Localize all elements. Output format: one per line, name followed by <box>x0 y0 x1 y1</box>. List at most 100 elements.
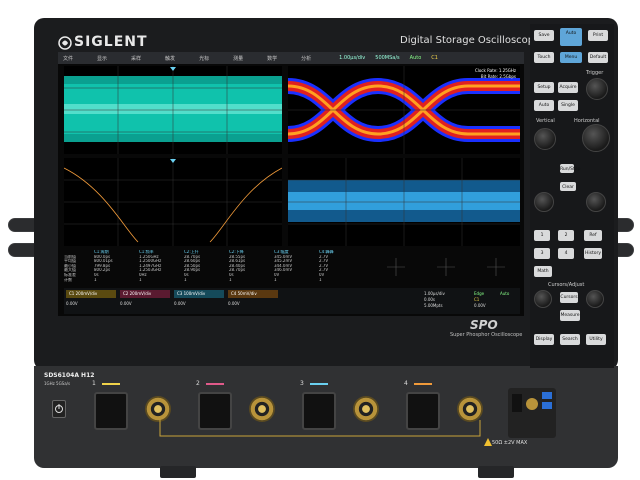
ref-button[interactable]: Ref <box>584 230 602 241</box>
control-panel: Save Auto Print Touch Menu Default Trigg… <box>530 24 614 368</box>
grid-c3-waveform[interactable] <box>288 158 520 246</box>
product-title: Digital Storage Oscilloscope <box>400 35 541 46</box>
meas-cell: 1 <box>184 277 187 282</box>
clear-button[interactable]: Clear <box>560 182 576 191</box>
ground-terminal[interactable] <box>512 394 522 412</box>
spo-tagline: Super Phosphor Oscilloscope <box>450 332 523 338</box>
eye-bit-rate: Bit Rate: 2.5Gbps <box>480 74 516 79</box>
max-input-label: 50Ω ±2V MAX <box>492 440 528 446</box>
front-ch2-label: 2 <box>196 380 200 387</box>
timebase-delay: 0.00s <box>424 297 435 302</box>
status-trigmode[interactable]: Auto <box>405 52 427 64</box>
grid-fft[interactable] <box>64 158 282 246</box>
menu-acquire[interactable]: 采样 <box>126 52 146 64</box>
grid-c1-waveform[interactable] <box>64 66 282 154</box>
ch3-bnc-input[interactable] <box>353 396 379 422</box>
touch-button[interactable]: Touch <box>534 52 554 63</box>
timebase-div[interactable]: 1.00μs/div <box>424 291 445 296</box>
oscilloscope: SIGLENT Digital Storage Oscilloscope 文件 … <box>0 0 640 480</box>
auto-setup-button[interactable]: Auto <box>560 28 582 46</box>
ch2-button[interactable]: 2 <box>558 230 574 241</box>
trigger-mode: Auto <box>500 291 510 296</box>
meas-cell: 1 <box>319 277 322 282</box>
search-button[interactable]: Search <box>560 334 580 345</box>
vertical-scale-knob[interactable] <box>534 128 556 150</box>
single-button[interactable]: Single <box>558 100 578 111</box>
menu-math[interactable]: 数学 <box>262 52 282 64</box>
print-button[interactable]: Print <box>588 30 608 41</box>
trigger-level-knob[interactable] <box>586 78 608 100</box>
menu-measure[interactable]: 测量 <box>228 52 248 64</box>
grid-eye-diagram[interactable]: Clock Rate: 1.25GHz Bit Rate: 2.5Gbps <box>288 66 520 154</box>
math-button[interactable]: Math <box>534 266 552 277</box>
ch3-button[interactable]: 3 <box>534 248 550 259</box>
measure-button[interactable]: Measure <box>560 310 580 321</box>
ch1-button[interactable]: 1 <box>534 230 550 241</box>
c3-info[interactable]: C3 100mV/div <box>174 290 224 298</box>
display-screen[interactable]: 文件 显示 采样 触发 光标 测量 数学 分析 1.00μs/div 500MS… <box>58 52 524 316</box>
foot-right <box>478 466 514 478</box>
measurement-table: C1:周期 C1:频率 C2:上升 C2:下降 C3:幅度 C4:峰峰 当前值 8… <box>64 250 369 284</box>
c1-offset: 0.00V <box>66 301 78 306</box>
c2-info[interactable]: C2 200mV/div <box>120 290 170 298</box>
menu-trigger[interactable]: 触发 <box>160 52 180 64</box>
auto-trigger-button[interactable]: Auto <box>534 100 554 111</box>
spo-logo: SPO <box>470 318 498 332</box>
front-ch4-color <box>414 383 432 385</box>
c3-offset: 0.00V <box>174 301 186 306</box>
cursor-knob[interactable] <box>534 290 552 308</box>
history-button[interactable]: History <box>584 248 602 259</box>
cursors-adjust-label: Cursors/Adjust <box>548 282 585 288</box>
horizontal-position-knob[interactable] <box>586 192 606 212</box>
status-trigsrc[interactable]: C1 <box>426 52 443 64</box>
ch4-button[interactable]: 4 <box>558 248 574 259</box>
cursors-button[interactable]: Cursors <box>560 292 578 303</box>
front-ch3-color <box>310 383 328 385</box>
ch1-probe-interface <box>94 392 128 430</box>
meas-cell: 1 <box>94 277 97 282</box>
eye-diagram-plot <box>288 66 520 154</box>
c4-info[interactable]: C4 50mV/div <box>228 290 278 298</box>
menu-cursor[interactable]: 光标 <box>194 52 214 64</box>
ch4-bnc-input[interactable] <box>457 396 483 422</box>
vertical-position-knob[interactable] <box>534 192 554 212</box>
power-icon <box>55 404 63 413</box>
ch1-bnc-input[interactable] <box>145 396 171 422</box>
display-button[interactable]: Display <box>534 334 554 345</box>
horizontal-scale-knob[interactable] <box>582 124 610 152</box>
front-ch2-color <box>206 383 224 385</box>
ch2-bnc-input[interactable] <box>249 396 275 422</box>
meas-row: 计数 1 1 1 1 1 1 <box>64 278 369 283</box>
status-samplerate: 500MSa/s <box>375 55 400 61</box>
timebase-mem: 5.00Mpts <box>424 303 443 308</box>
c1-info[interactable]: C1 200mV/div <box>66 290 116 298</box>
power-button[interactable] <box>52 400 66 418</box>
front-ch1-color <box>102 383 120 385</box>
acquire-button[interactable]: Acquire <box>558 82 578 93</box>
usb-port-2[interactable] <box>542 402 552 409</box>
adjust-knob[interactable] <box>586 290 604 308</box>
menu-analysis[interactable]: 分析 <box>296 52 316 64</box>
default-button[interactable]: Default <box>588 52 608 63</box>
setup-button[interactable]: Setup <box>534 82 554 93</box>
trigger-type[interactable]: Edge <box>474 291 484 296</box>
usb-port-1[interactable] <box>542 392 552 399</box>
save-button[interactable]: Save <box>534 30 554 41</box>
front-ch3-label: 3 <box>300 380 304 387</box>
menu-display[interactable]: 显示 <box>92 52 112 64</box>
aux-out-connector[interactable] <box>526 398 538 410</box>
eye-clock-rate: Clock Rate: 1.25GHz <box>474 68 516 73</box>
trigger-label: Trigger <box>586 70 604 76</box>
meas-cell: 1 <box>229 277 232 282</box>
menu-file[interactable]: 文件 <box>58 52 78 64</box>
io-panel <box>508 388 556 438</box>
channel-info-bar: C1 200mV/div C2 200mV/div C3 100mV/div C… <box>64 288 520 314</box>
status-timebase[interactable]: 1.00μs/div <box>334 52 370 64</box>
run-stop-button[interactable]: Run/Stop <box>560 164 580 173</box>
meas-rows: 当前值 800.0ps 1.250GHz 28.70ps 28.55ps 345.0mV 2… <box>64 255 369 283</box>
utility-button[interactable]: Utility <box>586 334 606 345</box>
foot-left <box>160 466 196 478</box>
c3-waveform-plot <box>288 158 520 246</box>
meas-cell: 1 <box>274 277 277 282</box>
menu-button[interactable]: Menu <box>560 52 582 63</box>
